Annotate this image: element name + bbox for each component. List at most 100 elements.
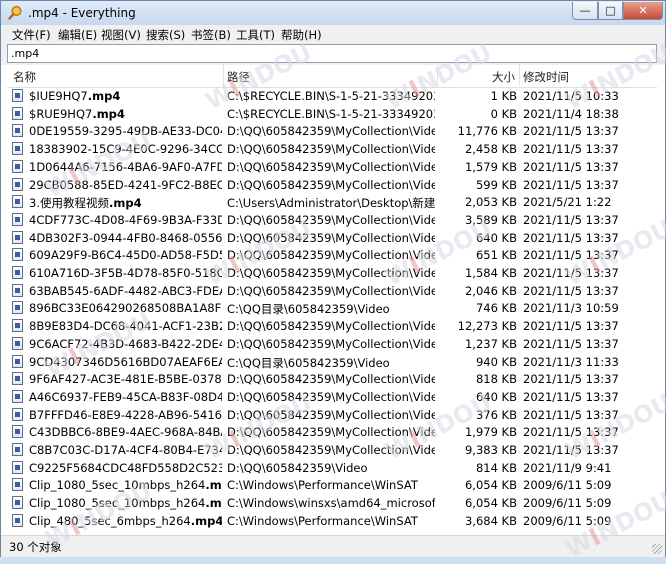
result-row[interactable]: 3.使用教程视频.mp4 C:\Users\Administrator\Deskt… (7, 193, 657, 211)
video-file-icon (12, 443, 23, 456)
result-row[interactable]: C43DBBC6-8BE9-4AEC-968A-84BA59D... D:\QQ\… (7, 423, 657, 441)
result-row[interactable]: $IUE9HQ7.mp4 C:\$RECYCLE.BIN\S-1-5-21-333… (7, 87, 657, 105)
video-file-icon (12, 407, 23, 421)
result-row[interactable]: 1D0644A6-7156-4BA6-9AF0-A7FD26B... D:\QQ\… (7, 158, 657, 176)
video-file-icon (12, 283, 23, 297)
file-name-base: 0DE19559-3295-49DB-AE33-DC04FB6... (29, 124, 222, 139)
file-name: $RUE9HQ7.mp4 (29, 107, 222, 121)
file-name-base: 29CB0588-85ED-4241-9FC2-B8ECF9D7... (29, 177, 222, 192)
file-name: 0DE19559-3295-49DB-AE33-DC04FB6... (29, 124, 222, 138)
video-file-icon (12, 142, 23, 156)
menu-file[interactable]: 文件(F) (12, 27, 51, 43)
file-name: C43DBBC6-8BE9-4AEC-968A-84BA59D... (29, 425, 222, 439)
result-row[interactable]: C8B7C03C-D17A-4CF4-80B4-E734569... D:\QQ\… (7, 441, 657, 459)
menu-tools[interactable]: 工具(T) (236, 27, 275, 43)
file-name: 8B9E83D4-DC68-4041-ACF1-23B2E4E... (29, 319, 222, 333)
file-name-ext: .mp4 (205, 478, 222, 493)
file-size: 9,383 KB (464, 443, 517, 457)
file-date: 2021/11/4 18:38 (523, 106, 619, 121)
result-row[interactable]: 4DB302F3-0944-4FB0-8468-0556003D... D:\QQ… (7, 229, 657, 247)
file-name-base: 9CD4307346D5616BD07AEAF6EA91AF... (29, 354, 222, 369)
file-name-base: 610A716D-3F5B-4D78-85F0-518CA912... (29, 266, 222, 280)
result-row[interactable]: 8B9E83D4-DC68-4041-ACF1-23B2E4E... D:\QQ\… (7, 317, 657, 335)
video-file-icon (12, 301, 23, 315)
file-name-ext: .mp4 (87, 89, 121, 103)
file-name: 29CB0588-85ED-4241-9FC2-B8ECF9D7... (29, 178, 222, 192)
video-file-icon (12, 460, 23, 474)
menu-view[interactable]: 视图(V) (101, 27, 141, 43)
result-row[interactable]: B7FFFD46-E8E9-4228-AB96-5416285B... D:\QQ… (7, 406, 657, 424)
file-path: D:\QQ\605842359\MyCollection\Video (227, 266, 435, 280)
result-row[interactable]: Clip_1080_5sec_10mbps_h264.mp4 C:\Windows… (7, 494, 657, 512)
file-path: C:\Users\Administrator\Desktop\新建文... (227, 196, 435, 211)
file-size: 6,054 KB (464, 496, 517, 511)
file-date: 2021/11/5 13:37 (523, 212, 619, 227)
file-path: D:\QQ\605842359\MyCollection\Video (227, 124, 435, 139)
result-row[interactable]: 610A716D-3F5B-4D78-85F0-518CA912... D:\QQ… (7, 264, 657, 282)
file-path: D:\QQ\605842359\MyCollection\Video (227, 283, 435, 298)
column-size[interactable]: 大小 (492, 69, 515, 85)
file-name: C9225F5684CDC48FD558D2C523C37A... (29, 461, 222, 475)
column-divider[interactable] (437, 65, 438, 86)
file-date: 2009/6/11 5:09 (523, 496, 612, 511)
result-row[interactable]: A46C6937-FEB9-45CA-B83F-08D400A8... D:\QQ… (7, 388, 657, 406)
result-row[interactable]: 9F6AF427-AC3E-481E-B5BE-0378818E... D:\QQ… (7, 370, 657, 388)
column-divider[interactable] (223, 65, 224, 86)
file-size: 3,684 KB (464, 513, 517, 528)
search-input[interactable]: .mp4 (7, 44, 657, 63)
file-name-base: 63BAB545-6ADF-4482-ABC3-FDEAE89... (29, 283, 222, 298)
file-size: 746 KB (475, 301, 517, 316)
menu-bookmarks[interactable]: 书签(B) (191, 27, 231, 43)
result-row[interactable]: 29CB0588-85ED-4241-9FC2-B8ECF9D7... D:\QQ… (7, 176, 657, 194)
file-size: 640 KB (475, 230, 517, 245)
file-name: 4CDF773C-4D08-4F69-9B3A-F33D463F... (29, 213, 222, 227)
result-row[interactable]: 18383902-15C9-4E0C-9296-34CC2353... D:\QQ… (7, 140, 657, 158)
file-date: 2021/11/5 13:37 (523, 159, 619, 174)
file-size: 0 KB (490, 106, 517, 121)
file-date: 2009/6/11 5:09 (523, 513, 612, 528)
title-bar[interactable]: .mp4 - Everything — □ ✕ (1, 1, 665, 25)
file-date: 2021/11/5 13:37 (523, 443, 619, 457)
file-name-base: $RUE9HQ7 (29, 106, 93, 121)
result-row[interactable]: 0DE19559-3295-49DB-AE33-DC04FB6... D:\QQ\… (7, 122, 657, 140)
column-name[interactable]: 名称 (13, 69, 36, 85)
menu-bar: 文件(F) 编辑(E) 视图(V) 搜索(S) 书签(B) 工具(T) 帮助(H… (1, 25, 665, 44)
maximize-button[interactable]: □ (598, 2, 623, 20)
result-row[interactable]: C9225F5684CDC48FD558D2C523C37A... D:\QQ\6… (7, 459, 657, 477)
result-row[interactable]: 9C6ACF72-4B3D-4683-B422-2DE43FEE... D:\QQ… (7, 335, 657, 353)
column-divider[interactable] (519, 65, 520, 86)
file-path: D:\QQ\605842359\MyCollection\Video (227, 212, 435, 227)
file-date: 2021/11/5 13:37 (523, 142, 619, 157)
column-date-modified[interactable]: 修改时间 (523, 69, 569, 85)
file-path: C:\QQ目录\605842359\Video (227, 302, 390, 317)
file-name-base: C8B7C03C-D17A-4CF4-80B4-E734569... (29, 443, 222, 457)
file-size: 2,046 KB (464, 283, 517, 298)
file-name: 9CD4307346D5616BD07AEAF6EA91AF... (29, 355, 222, 369)
file-path: D:\QQ\605842359\MyCollection\Video (227, 248, 435, 263)
video-file-icon (12, 354, 23, 368)
result-row[interactable]: 9CD4307346D5616BD07AEAF6EA91AF... C:\QQ目录… (7, 353, 657, 371)
video-file-icon (12, 266, 23, 279)
menu-search[interactable]: 搜索(S) (146, 27, 185, 43)
resize-grip[interactable] (652, 544, 662, 554)
close-button[interactable]: ✕ (623, 2, 663, 20)
minimize-button[interactable]: — (572, 2, 598, 20)
result-row[interactable]: 4CDF773C-4D08-4F69-9B3A-F33D463F... D:\QQ… (7, 211, 657, 229)
result-row[interactable]: Clip_1080_5sec_10mbps_h264.mp4 C:\Windows… (7, 476, 657, 494)
results-list[interactable]: $IUE9HQ7.mp4 C:\$RECYCLE.BIN\S-1-5-21-333… (7, 87, 657, 533)
result-row[interactable]: $RUE9HQ7.mp4 C:\$RECYCLE.BIN\S-1-5-21-333… (7, 105, 657, 123)
file-name: 9F6AF427-AC3E-481E-B5BE-0378818E... (29, 372, 222, 386)
column-path[interactable]: 路径 (227, 69, 250, 85)
result-row[interactable]: 896BC33E064290268508BA1A8F76CFC... C:\QQ目… (7, 299, 657, 317)
result-row[interactable]: 63BAB545-6ADF-4482-ABC3-FDEAE89... D:\QQ\… (7, 282, 657, 300)
file-size: 2,458 KB (464, 142, 517, 157)
video-file-icon (12, 478, 23, 492)
menu-edit[interactable]: 编辑(E) (58, 27, 97, 43)
file-path: D:\QQ\605842359\MyCollection\Video (227, 159, 435, 174)
result-row[interactable]: 609A29F9-B6C4-45D0-AD58-F5D5286... D:\QQ\… (7, 246, 657, 264)
result-row[interactable]: Clip_480_5sec_6mbps_h264.mp4 C:\Windows\P… (7, 512, 657, 530)
file-name: Clip_1080_5sec_10mbps_h264.mp4 (29, 496, 222, 510)
menu-help[interactable]: 帮助(H) (281, 27, 322, 43)
file-path: D:\QQ\605842359\MyCollection\Video (227, 389, 435, 404)
file-path: D:\QQ\605842359\MyCollection\Video (227, 177, 435, 192)
